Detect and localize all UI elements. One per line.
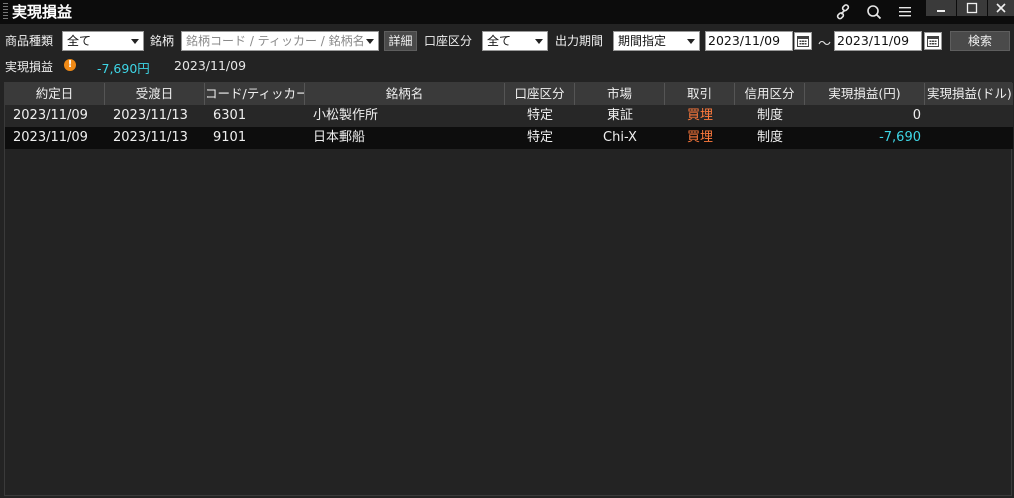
- realized-pl-label: 実現損益: [5, 60, 54, 74]
- column-header-margin-type[interactable]: 信用区分: [735, 83, 805, 105]
- chevron-down-icon: [366, 39, 374, 44]
- column-header-trade-date[interactable]: 約定日: [5, 83, 105, 105]
- link-icon[interactable]: [833, 2, 853, 22]
- chevron-down-icon: [131, 39, 139, 44]
- column-header-code[interactable]: コード/ティッカー: [205, 83, 305, 105]
- close-icon[interactable]: [988, 0, 1014, 16]
- column-header-settlement-date[interactable]: 受渡日: [105, 83, 205, 105]
- window-title: 実現損益: [12, 3, 73, 21]
- table-row[interactable]: 2023/11/09 2023/11/13 6301 小松製作所 特定 東証 買…: [5, 105, 1013, 127]
- summary-bar: 実現損益 ! -7,690円 2023/11/09: [0, 57, 1014, 76]
- search-icon[interactable]: [864, 2, 884, 22]
- chevron-down-icon: [687, 39, 695, 44]
- detail-button[interactable]: 詳細: [384, 31, 417, 51]
- column-header-account[interactable]: 口座区分: [505, 83, 575, 105]
- column-header-name[interactable]: 銘柄名: [305, 83, 505, 105]
- account-select[interactable]: 全て: [482, 31, 548, 51]
- menu-icon[interactable]: [895, 2, 915, 22]
- date-separator: ～: [818, 37, 832, 52]
- date-from-input[interactable]: 2023/11/09: [705, 31, 793, 51]
- summary-date: 2023/11/09: [174, 58, 247, 73]
- table-header: 約定日 受渡日 コード/ティッカー 銘柄名 口座区分 市場 取引 信用区分 実現…: [5, 83, 1013, 105]
- drag-grip-icon[interactable]: [3, 3, 8, 21]
- column-header-market[interactable]: 市場: [575, 83, 665, 105]
- realized-pl-total: -7,690円: [97, 61, 150, 76]
- table-row[interactable]: 2023/11/09 2023/11/13 9101 日本郵船 特定 Chi-X…: [5, 127, 1013, 149]
- date-to-input[interactable]: 2023/11/09: [834, 31, 922, 51]
- chevron-down-icon: [535, 39, 543, 44]
- column-header-trade[interactable]: 取引: [665, 83, 735, 105]
- period-select[interactable]: 期間指定: [613, 31, 700, 51]
- period-label: 出力期間: [555, 34, 604, 48]
- search-button[interactable]: 検索: [950, 31, 1010, 51]
- warning-icon[interactable]: !: [64, 59, 76, 71]
- minimize-icon[interactable]: [926, 0, 956, 16]
- symbol-label: 銘柄: [150, 34, 175, 48]
- maximize-icon[interactable]: [957, 0, 987, 16]
- column-header-pl-yen[interactable]: 実現損益(円): [805, 83, 925, 105]
- column-header-pl-usd[interactable]: 実現損益(ドル): [925, 83, 1013, 105]
- calendar-icon[interactable]: [924, 32, 942, 50]
- realized-pl-table: 約定日 受渡日 コード/ティッカー 銘柄名 口座区分 市場 取引 信用区分 実現…: [4, 82, 1013, 496]
- account-label: 口座区分: [424, 34, 473, 48]
- filter-bar: 商品種類 全て 銘柄 銘柄コード / ティッカー / 銘柄名 詳細 口座区分 全…: [0, 30, 1014, 52]
- product-type-select[interactable]: 全て: [62, 31, 144, 51]
- calendar-icon[interactable]: [794, 32, 812, 50]
- product-type-label: 商品種類: [5, 34, 54, 48]
- title-bar: 実現損益: [0, 0, 1014, 24]
- symbol-input[interactable]: 銘柄コード / ティッカー / 銘柄名: [181, 31, 379, 51]
